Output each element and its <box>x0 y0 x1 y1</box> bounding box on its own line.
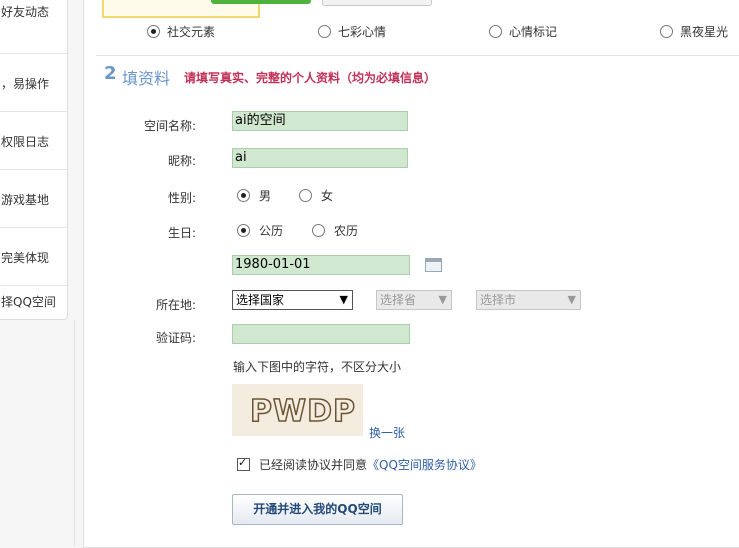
sidebar-item[interactable]: 权限日志 <box>0 111 67 170</box>
nickname-input[interactable]: ai <box>232 148 408 168</box>
captcha-image: PWDP <box>232 384 363 436</box>
gender-female-label: 女 <box>321 189 334 203</box>
space-name-input[interactable]: ai的空间 <box>232 111 408 131</box>
gender-female-option[interactable]: 女 <box>299 188 333 204</box>
gender-male-option[interactable]: 男 <box>237 188 271 204</box>
city-select-value: 选择市 <box>480 293 517 307</box>
space-name-label: 空间名称: <box>143 119 196 133</box>
left-sidebar: 好友动态 ，易操作 权限日志 游戏基地 完美体现 择QQ空间 <box>0 0 68 320</box>
captcha-label: 验证码: <box>155 331 196 345</box>
sidebar-item-label: 完美体现 <box>1 251 50 265</box>
theme-option-label: 黑夜星光 <box>680 25 729 39</box>
step-title: 填资料 <box>122 69 171 88</box>
top-gray-button[interactable] <box>322 0 432 6</box>
radio-icon[interactable] <box>318 25 331 38</box>
province-select[interactable]: 选择省 ▼ <box>376 290 452 310</box>
agreement-label: 已经阅读协议并同意 <box>259 458 368 472</box>
radio-icon[interactable] <box>660 25 673 38</box>
calendar-solar-option[interactable]: 公历 <box>237 223 283 239</box>
chevron-down-icon: ▼ <box>339 293 348 306</box>
calendar-lunar-option[interactable]: 农历 <box>312 223 358 239</box>
agreement-link[interactable]: 《QQ空间服务协议》 <box>367 458 482 472</box>
gender-male-label: 男 <box>259 189 272 203</box>
gender-label: 性别: <box>167 191 196 205</box>
sidebar-item-label: ，易操作 <box>1 77 50 91</box>
section-divider <box>96 55 739 56</box>
sidebar-item[interactable]: 好友动态 <box>0 0 67 54</box>
sidebar-item[interactable]: 游戏基地 <box>0 169 67 228</box>
sidebar-item-label: 好友动态 <box>1 5 50 19</box>
captcha-hint: 输入下图中的字符，不区分大小 <box>233 360 402 374</box>
chevron-down-icon: ▼ <box>567 293 576 306</box>
captcha-refresh-link[interactable]: 换一张 <box>369 424 405 441</box>
theme-option-label: 心情标记 <box>509 25 558 39</box>
theme-option[interactable]: 社交元素 <box>147 24 215 40</box>
sidebar-item[interactable]: 完美体现 <box>0 227 67 286</box>
sidebar-item[interactable]: ，易操作 <box>0 53 67 112</box>
theme-option[interactable]: 心情标记 <box>489 24 557 40</box>
radio-icon[interactable] <box>489 25 502 38</box>
city-select[interactable]: 选择市 ▼ <box>476 290 581 310</box>
radio-icon[interactable] <box>312 224 325 237</box>
nickname-label: 昵称: <box>167 154 196 168</box>
captcha-image-text: PWDP <box>249 393 356 430</box>
calendar-solar-label: 公历 <box>259 224 284 238</box>
top-green-button[interactable] <box>211 0 311 4</box>
captcha-input[interactable] <box>232 324 410 344</box>
radio-selected-icon[interactable] <box>237 224 250 237</box>
sidebar-item-label: 权限日志 <box>1 135 50 149</box>
location-label: 所在地: <box>155 298 196 312</box>
step-hint: 请填写真实、完整的个人资料（均为必填信息） <box>184 71 437 85</box>
radio-icon[interactable] <box>299 189 312 202</box>
step-number: 2 <box>104 63 117 84</box>
radio-selected-icon[interactable] <box>147 25 160 38</box>
theme-option[interactable]: 黑夜星光 <box>660 24 728 40</box>
agreement-text: 已经阅读协议并同意《QQ空间服务协议》 <box>259 456 482 473</box>
submit-button[interactable]: 开通并进入我的QQ空间 <box>232 494 403 525</box>
radio-selected-icon[interactable] <box>237 189 250 202</box>
sidebar-item-label: 择QQ空间 <box>1 295 56 309</box>
theme-option-label: 七彩心情 <box>338 25 387 39</box>
agreement-checkbox[interactable] <box>237 456 250 471</box>
birthday-label: 生日: <box>167 226 196 240</box>
sidebar-border <box>0 320 75 546</box>
calendar-lunar-label: 农历 <box>334 224 359 238</box>
province-select-value: 选择省 <box>380 293 417 307</box>
birthday-date-input[interactable]: 1980-01-01 <box>232 255 410 275</box>
chevron-down-icon: ▼ <box>438 293 447 306</box>
country-select-value: 选择国家 <box>236 293 285 307</box>
theme-option[interactable]: 七彩心情 <box>318 24 386 40</box>
theme-option-label: 社交元素 <box>167 25 216 39</box>
sidebar-item-label: 游戏基地 <box>1 193 50 207</box>
country-select[interactable]: 选择国家 ▼ <box>232 290 353 310</box>
calendar-icon[interactable] <box>425 258 442 272</box>
